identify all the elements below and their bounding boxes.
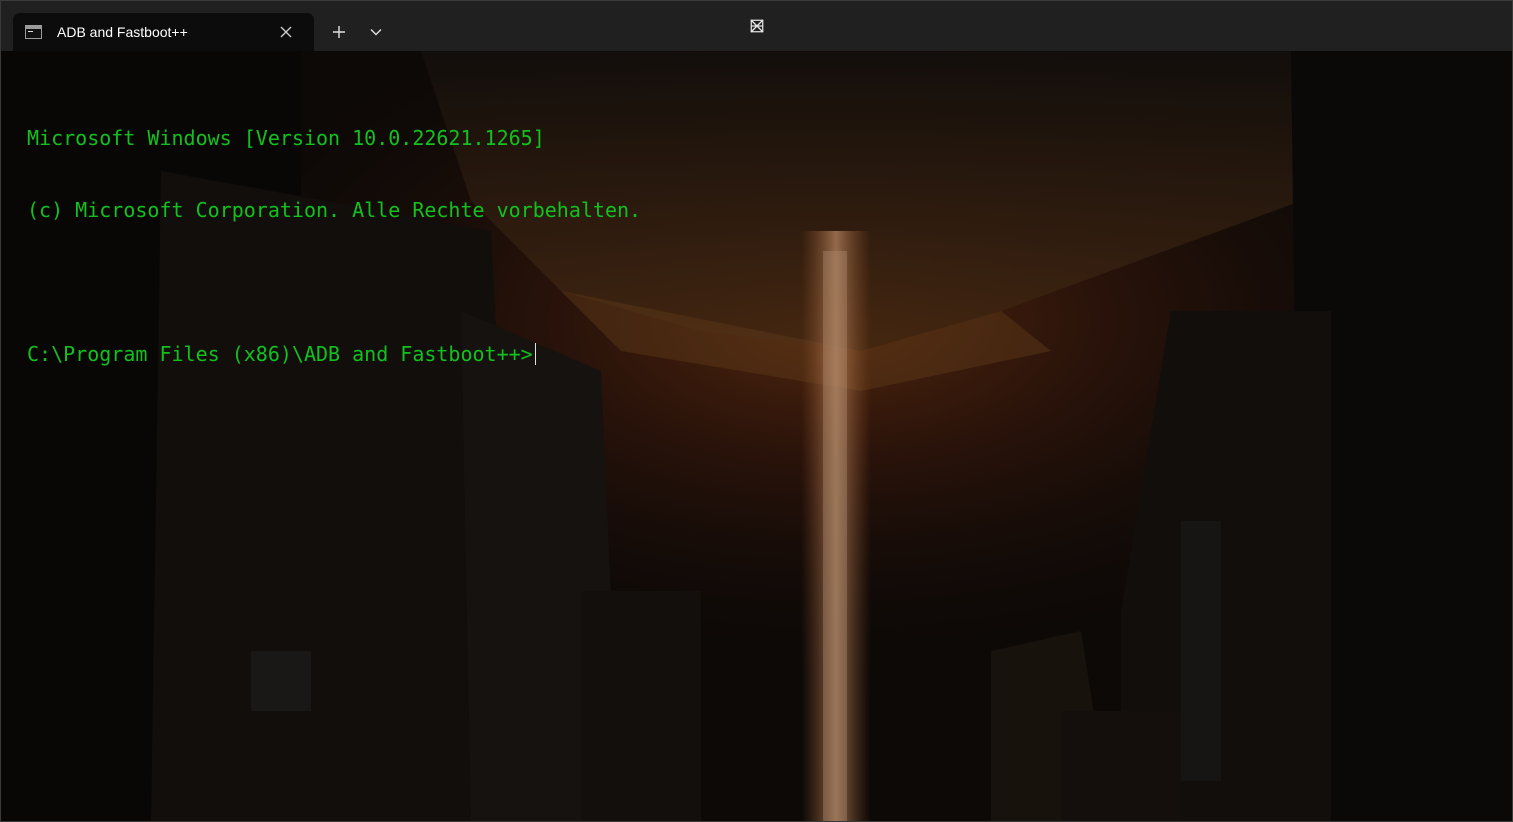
command-prompt-icon (25, 25, 42, 39)
prompt-line[interactable]: C:\Program Files (x86)\ADB and Fastboot+… (27, 342, 641, 366)
plus-icon (333, 26, 345, 38)
chevron-down-icon (370, 29, 382, 36)
terminal-line: (c) Microsoft Corporation. Alle Rechte v… (27, 198, 642, 222)
close-icon (750, 19, 763, 33)
tab-adb-fastboot[interactable]: ADB and Fastboot++ (13, 13, 314, 51)
terminal-window: ADB and Fastboot++ Microsoft Windows [Ve… (0, 0, 1513, 822)
terminal-line: Microsoft Windows [Version 10.0.22621.12… (27, 126, 545, 150)
terminal-output: Microsoft Windows [Version 10.0.22621.12… (27, 78, 641, 414)
text-cursor (534, 343, 536, 365)
tab-title: ADB and Fastboot++ (57, 24, 188, 40)
tab-dropdown-button[interactable] (359, 13, 393, 51)
close-icon (280, 26, 292, 38)
tab-close-button[interactable] (275, 21, 297, 43)
title-bar[interactable]: ADB and Fastboot++ (1, 1, 1512, 51)
command-prompt: C:\Program Files (x86)\ADB and Fastboot+… (27, 342, 533, 366)
new-tab-button[interactable] (321, 13, 357, 51)
terminal-pane[interactable]: Microsoft Windows [Version 10.0.22621.12… (1, 51, 1512, 821)
